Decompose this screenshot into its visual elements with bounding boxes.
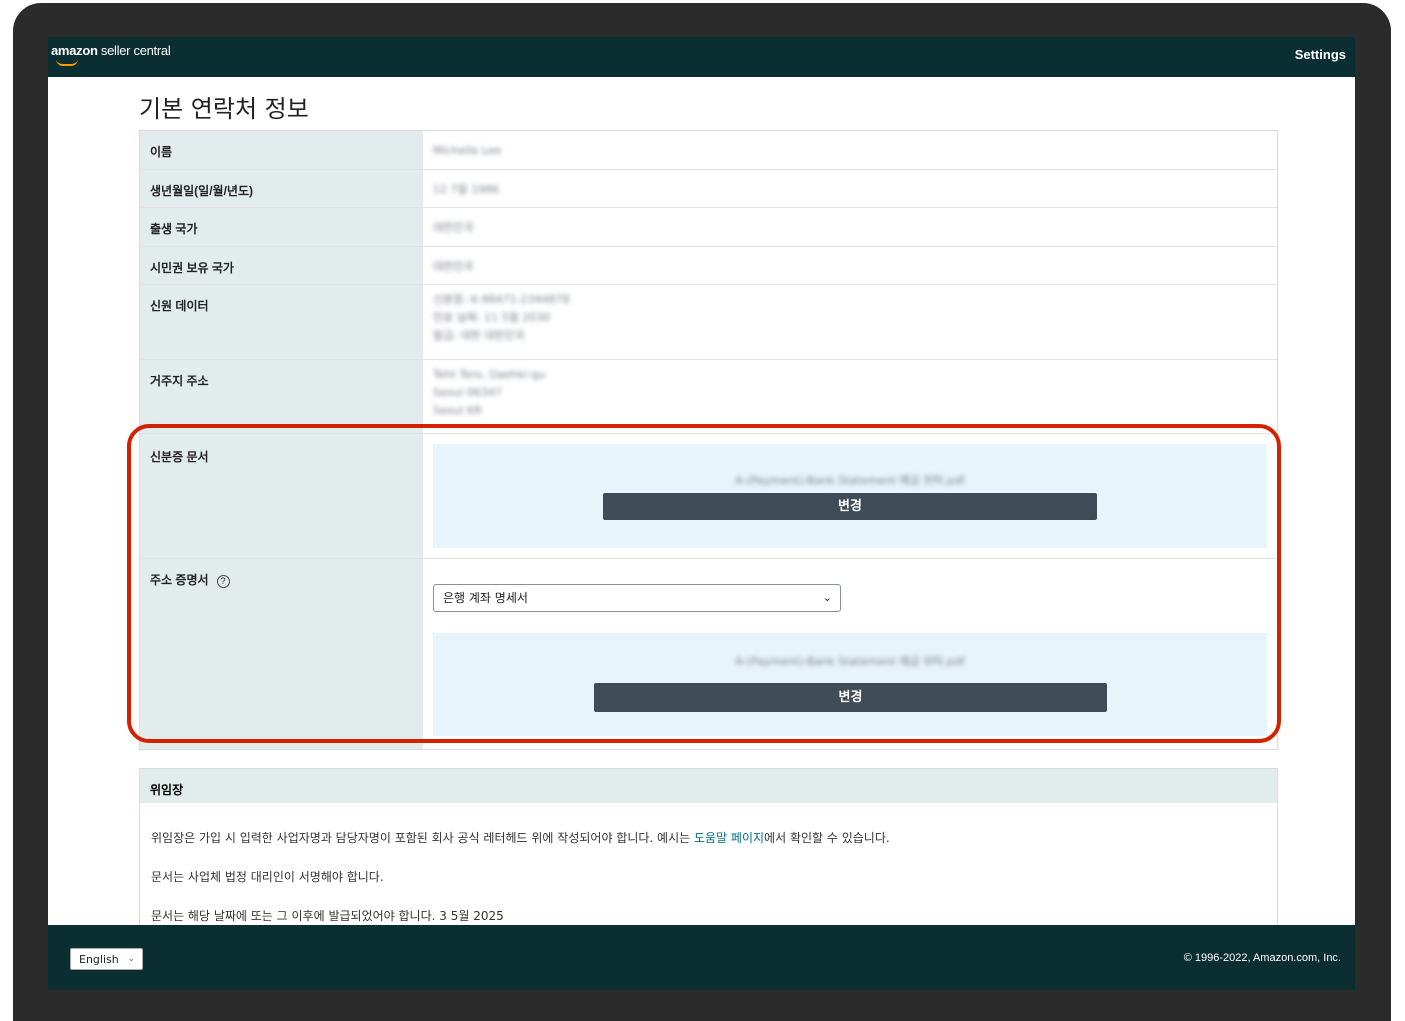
row-label: 생년월일(일/월/년도) xyxy=(140,170,423,207)
id-document-file-name: A-(Payment)-Bank Statement 예금 위탁.pdf xyxy=(735,474,965,487)
row-label: 신원 데이터 xyxy=(140,285,423,359)
address-line: Teht Tero, Gaehki-gu xyxy=(433,368,546,381)
help-page-link[interactable]: 도움말 페이지 xyxy=(694,831,764,845)
name-value: Michelle Lee xyxy=(433,144,502,157)
copyright-text: © 1996-2022, Amazon.com, Inc. xyxy=(1183,952,1341,964)
row-citizenship: 시민권 보유 국가 대한민국 xyxy=(140,247,1277,285)
row-name: 이름 Michelle Lee xyxy=(140,131,1277,170)
browser-screen: amazon seller central Settings 기본 연락처 정보… xyxy=(48,37,1355,990)
page-footer: English ⌄ © 1996-2022, Amazon.com, Inc. xyxy=(48,925,1355,990)
address-proof-file-name: A-(Payment)-Bank Statement 예금 위탁.pdf xyxy=(735,655,965,668)
row-label: 거주지 주소 xyxy=(140,360,423,433)
row-label: 이름 xyxy=(140,131,423,169)
address-line: Seoul 06347 xyxy=(433,386,502,399)
identity-line: 발급: 대한 대한민국 xyxy=(433,329,525,342)
id-document-change-button[interactable]: 변경 xyxy=(603,493,1097,520)
top-navigation-bar: amazon seller central Settings xyxy=(48,37,1355,77)
birth-country-value: 대한민국 xyxy=(433,221,474,234)
row-address-proof: 주소 증명서? 은행 계좌 명세서 ⌄ A-(Payment)-Bank Stat… xyxy=(140,559,1277,749)
section-title: 위임장 xyxy=(140,769,1277,803)
row-residence-address: 거주지 주소 Teht Tero, Gaehki-gu Seoul 06347 … xyxy=(140,360,1277,434)
page-title: 기본 연락처 정보 xyxy=(139,95,309,123)
poa-instruction-2: 문서는 사업체 법정 대리인이 서명해야 합니다. xyxy=(151,870,384,884)
identity-line: 만료 날짜: 11 5월 2030 xyxy=(433,311,551,324)
row-label: 출생 국가 xyxy=(140,208,423,246)
id-document-upload-box: A-(Payment)-Bank Statement 예금 위탁.pdf 변경 xyxy=(433,444,1267,548)
amazon-smile-icon xyxy=(56,59,78,66)
address-proof-upload-box: A-(Payment)-Bank Statement 예금 위탁.pdf 변경 xyxy=(433,633,1267,736)
row-birth-country: 출생 국가 대한민국 xyxy=(140,208,1277,247)
identity-line: 신분증: 6-98471-2344878 xyxy=(433,293,570,306)
poa-instruction-1: 위임장은 가입 시 입력한 사업자명과 담당자명이 포함된 회사 공식 레터헤드… xyxy=(151,831,890,845)
chevron-down-icon: ⌄ xyxy=(822,591,832,604)
row-label: 주소 증명서? xyxy=(140,559,423,749)
row-birth-date: 생년월일(일/월/년도) 12 7월 1986 xyxy=(140,170,1277,208)
row-label: 시민권 보유 국가 xyxy=(140,247,423,284)
row-id-document: 신분증 문서 A-(Payment)-Bank Statement 예금 위탁.… xyxy=(140,434,1277,559)
address-line: Seoul KR xyxy=(433,404,482,417)
poa-instruction-3: 문서는 해당 날짜에 또는 그 이후에 발급되었어야 합니다. 3 5월 202… xyxy=(151,909,504,923)
settings-link[interactable]: Settings xyxy=(1295,47,1346,62)
contact-info-table: 이름 Michelle Lee 생년월일(일/월/년도) 12 7월 1986 … xyxy=(139,130,1278,750)
chevron-down-icon: ⌄ xyxy=(127,954,135,964)
citizenship-value: 대한민국 xyxy=(433,260,474,273)
seller-central-logo[interactable]: amazon seller central xyxy=(51,43,171,58)
row-identity-data: 신원 데이터 신분증: 6-98471-2344878 만료 날짜: 11 5월… xyxy=(140,285,1277,360)
address-proof-type-select[interactable]: 은행 계좌 명세서 ⌄ xyxy=(433,584,841,612)
row-label: 신분증 문서 xyxy=(140,434,423,558)
help-icon[interactable]: ? xyxy=(216,575,230,588)
language-select[interactable]: English ⌄ xyxy=(70,948,143,970)
birth-date-value: 12 7월 1986 xyxy=(433,183,500,196)
address-proof-change-button[interactable]: 변경 xyxy=(594,683,1107,712)
